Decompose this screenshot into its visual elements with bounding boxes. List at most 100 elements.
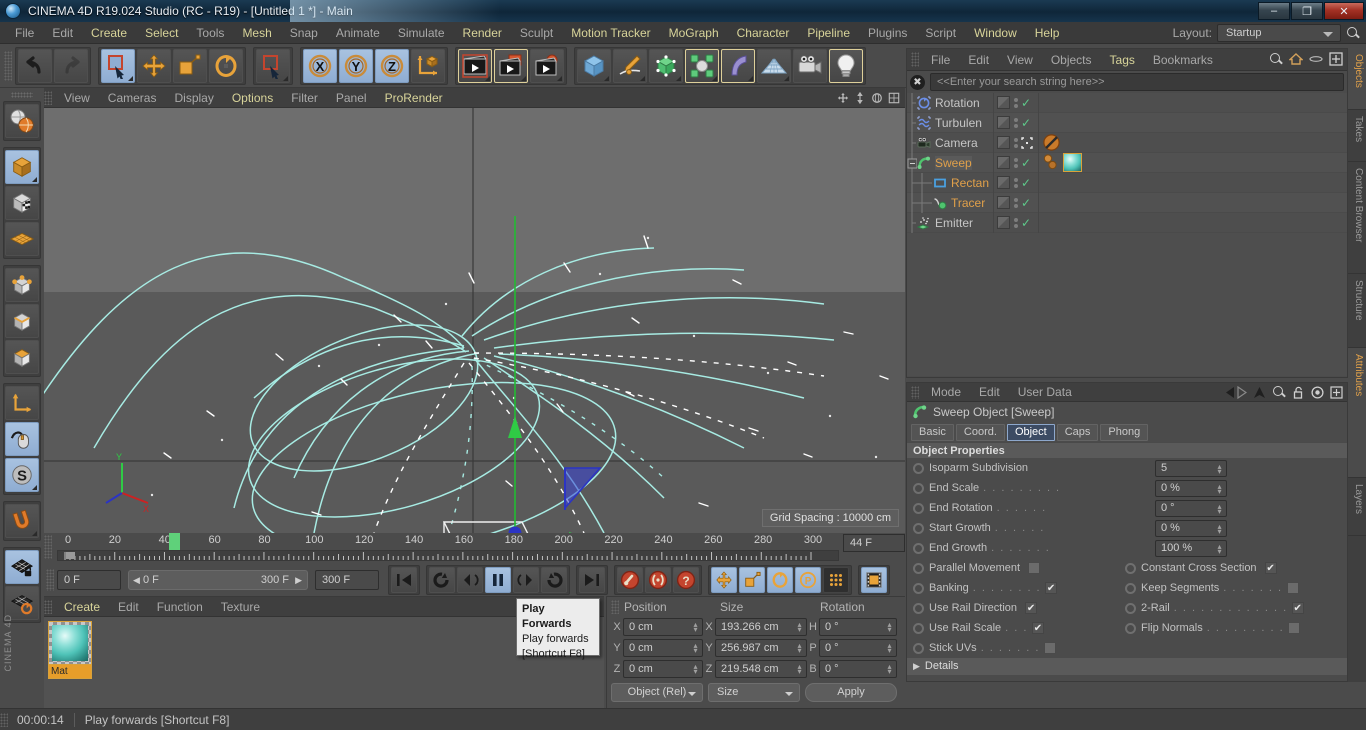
viewport-menu-options[interactable]: Options (223, 88, 282, 108)
maximize-view-icon[interactable] (888, 92, 900, 104)
move-view-icon[interactable] (837, 92, 849, 104)
visibility-toggles[interactable] (1013, 197, 1018, 208)
visibility-toggles[interactable] (1013, 177, 1018, 188)
rot-spinner[interactable]: ▴ ▾ (886, 663, 893, 676)
menu-item-plugins[interactable]: Plugins (859, 22, 916, 44)
animate-track-button[interactable] (1125, 602, 1136, 614)
previous-frame-button[interactable] (457, 567, 483, 593)
timeline-grip[interactable] (44, 535, 52, 559)
rotate-view-icon[interactable] (871, 92, 883, 104)
expand-panel-icon[interactable] (1329, 52, 1343, 66)
animate-track-button[interactable] (913, 602, 924, 614)
objmgr-menu-bookmarks[interactable]: Bookmarks (1144, 50, 1222, 70)
animate-track-button[interactable] (913, 582, 924, 594)
edges-mode-button[interactable] (5, 304, 39, 338)
menu-item-help[interactable]: Help (1026, 22, 1069, 44)
close-button[interactable]: ✕ (1324, 2, 1364, 20)
menu-item-sculpt[interactable]: Sculpt (511, 22, 562, 44)
left-toolbar-grip[interactable] (11, 92, 33, 98)
world-coordinate-button[interactable] (411, 48, 445, 83)
rotation-p-input[interactable]: 0 ° ▴ ▾ (819, 639, 897, 657)
attr-tab-coord[interactable]: Coord. (955, 423, 1005, 441)
axis-x-button[interactable]: X (303, 48, 337, 83)
visibility-toggles[interactable] (1013, 157, 1018, 168)
attr-menu-user-data[interactable]: User Data (1009, 382, 1081, 402)
coord-mode-dropdown[interactable]: Object (Rel) (611, 682, 703, 702)
menu-item-pipeline[interactable]: Pipeline (798, 22, 859, 44)
pos-spinner[interactable]: ▴ ▾ (692, 621, 699, 634)
position-key-button[interactable] (711, 567, 737, 593)
animate-track-button[interactable] (913, 642, 924, 654)
animate-track-button[interactable] (913, 502, 924, 514)
vertical-tab-content-browser[interactable]: Content Browser (1348, 162, 1366, 274)
axis-y-button[interactable]: Y (339, 48, 373, 83)
enabled-check-icon[interactable]: ✓ (1021, 177, 1031, 189)
menu-item-select[interactable]: Select (136, 22, 187, 44)
field-input[interactable]: 5 ▴ ▾ (1155, 459, 1227, 477)
rot-spinner[interactable]: ▴ ▾ (886, 621, 893, 634)
field-input[interactable]: 0 ° ▴ ▾ (1155, 499, 1227, 517)
object-search-input[interactable]: <<Enter your search string here>> (930, 73, 1344, 91)
checkbox[interactable] (1028, 562, 1041, 574)
object-search-icon[interactable] (1269, 52, 1283, 66)
material-thumbnail[interactable] (48, 621, 92, 665)
checkbox[interactable] (1288, 622, 1301, 634)
visibility-dots-icon[interactable] (997, 176, 1010, 189)
go-to-start-button[interactable] (391, 567, 417, 593)
autokeying-button[interactable] (645, 567, 671, 593)
material-menu-texture[interactable]: Texture (212, 597, 269, 617)
viewport-menu-filter[interactable]: Filter (282, 88, 327, 108)
field-spinner[interactable]: ▴ ▾ (1216, 502, 1223, 515)
redo-button[interactable] (54, 48, 88, 83)
menu-item-create[interactable]: Create (82, 22, 136, 44)
vertical-tab-objects[interactable]: Objects (1348, 48, 1366, 110)
attr-tab-caps[interactable]: Caps (1056, 423, 1099, 441)
checkbox[interactable]: ✔ (1025, 602, 1038, 614)
object-row[interactable]: Rectan ✓ (907, 172, 1347, 193)
visibility-dots-icon[interactable] (997, 216, 1010, 229)
material-tag-icon[interactable] (1063, 153, 1082, 172)
record-keyframe-button[interactable] (617, 567, 643, 593)
toolbar-grip[interactable] (4, 50, 12, 81)
position-y-input[interactable]: 0 cm ▴ ▾ (623, 639, 703, 657)
cube-primitive-button[interactable] (577, 48, 611, 83)
rot-spinner[interactable]: ▴ ▾ (886, 642, 893, 655)
enabled-check-icon[interactable]: ✓ (1021, 117, 1031, 129)
expand-attributes-icon[interactable] (1330, 385, 1343, 399)
object-row[interactable]: Rotation ✓ (907, 93, 1347, 113)
material-menu-create[interactable]: Create (55, 597, 109, 617)
field-input[interactable]: 100 % ▴ ▾ (1155, 539, 1227, 557)
spline-pen-button[interactable] (613, 48, 647, 83)
attr-tab-object[interactable]: Object (1006, 423, 1055, 441)
search-icon[interactable] (1346, 26, 1360, 40)
navigate-back-forward-icon[interactable] (1225, 385, 1247, 399)
axis-z-button[interactable]: Z (375, 48, 409, 83)
size-spinner[interactable]: ▴ ▾ (796, 621, 803, 634)
objmgr-menu-tags[interactable]: Tags (1101, 50, 1144, 70)
undo-button[interactable] (18, 48, 52, 83)
attr-menu-edit[interactable]: Edit (970, 382, 1009, 402)
menu-item-window[interactable]: Window (965, 22, 1026, 44)
field-spinner[interactable]: ▴ ▾ (1216, 482, 1223, 495)
timeline-playhead[interactable] (168, 533, 180, 550)
workplane-lock-button[interactable] (5, 550, 39, 584)
size-spinner[interactable]: ▴ ▾ (796, 663, 803, 676)
material-name[interactable]: Mat (48, 665, 92, 679)
object-name[interactable]: Tracer (951, 196, 985, 210)
field-spinner[interactable]: ▴ ▾ (1216, 522, 1223, 535)
lock-icon[interactable] (1292, 386, 1305, 399)
scale-tool-button[interactable] (173, 48, 207, 83)
object-name[interactable]: Emitter (935, 216, 973, 230)
rotation-key-button[interactable] (767, 567, 793, 593)
objmgr-menu-objects[interactable]: Objects (1042, 50, 1101, 70)
objmgr-menu-file[interactable]: File (922, 50, 959, 70)
loop-button[interactable] (541, 567, 567, 593)
maximize-button[interactable]: ❐ (1291, 2, 1323, 20)
axis-mode-button[interactable] (5, 386, 39, 420)
keyframe-selection-button[interactable]: ? (673, 567, 699, 593)
viewport-menu-cameras[interactable]: Cameras (99, 88, 166, 108)
softselection-button[interactable]: S (5, 458, 39, 492)
current-frame-display[interactable]: 44 F (843, 534, 905, 552)
scale-key-button[interactable] (739, 567, 765, 593)
material-swatch[interactable]: Mat (48, 621, 92, 705)
